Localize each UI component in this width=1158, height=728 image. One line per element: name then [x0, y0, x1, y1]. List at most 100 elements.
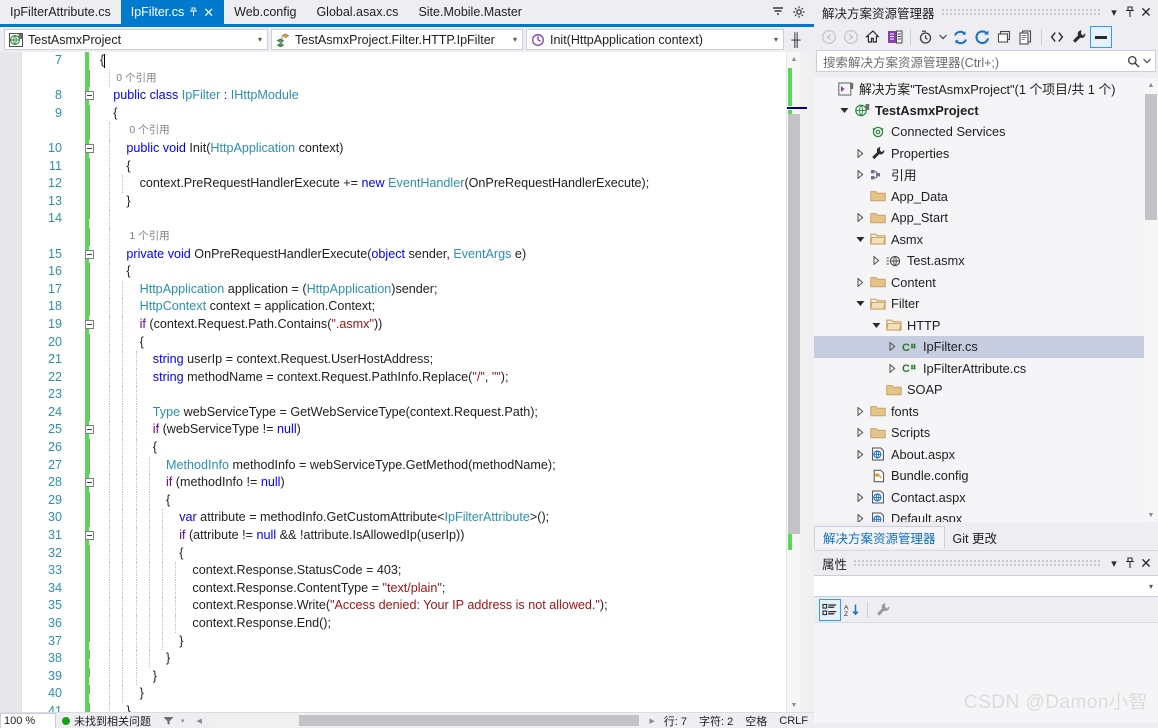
code-line[interactable]: 23: [0, 386, 790, 404]
code-line[interactable]: 12 context.PreRequestHandlerExecute += ne…: [0, 175, 790, 193]
alphabetical-sort-icon[interactable]: AZ: [841, 599, 863, 621]
forward-icon[interactable]: [840, 26, 862, 48]
tab-git-changes[interactable]: Git 更改: [945, 526, 1005, 548]
code-line[interactable]: 20 {: [0, 333, 790, 352]
tree-item[interactable]: fonts: [814, 401, 1158, 423]
split-window-button[interactable]: ╫: [787, 29, 805, 50]
chevron-right-icon[interactable]: [884, 337, 900, 357]
chevron-right-icon[interactable]: [852, 423, 868, 443]
codelens-reference-count[interactable]: 1 个引用: [129, 228, 169, 246]
chevron-right-icon[interactable]: [884, 358, 900, 378]
search-options-chevron-icon[interactable]: [1143, 58, 1151, 64]
error-filter-control[interactable]: ▾: [157, 716, 194, 726]
pin-tab-icon[interactable]: [189, 7, 198, 17]
solution-view-icon[interactable]: [884, 26, 906, 48]
code-line[interactable]: 0 个引用: [0, 122, 790, 140]
code-line[interactable]: 1 个引用: [0, 227, 790, 246]
line-ending-indicator[interactable]: CRLF: [773, 715, 814, 727]
preview-selected-items-icon[interactable]: [1090, 26, 1112, 48]
tab-settings-gear-icon[interactable]: [793, 6, 805, 18]
codelens-reference-count[interactable]: 0 个引用: [116, 70, 156, 88]
indentation-indicator[interactable]: 空格: [739, 713, 773, 728]
tree-item[interactable]: App_Data: [814, 186, 1158, 208]
code-line[interactable]: 35 context.Response.Write("Access denied:…: [0, 597, 790, 615]
code-line[interactable]: 18 HttpContext context = application.Cont…: [0, 298, 790, 316]
window-dropdown-icon[interactable]: ▾: [1106, 554, 1122, 572]
chevron-down-icon[interactable]: [836, 100, 852, 120]
scroll-up-arrow-icon[interactable]: ▲: [1144, 78, 1158, 92]
refresh-icon[interactable]: [949, 26, 971, 48]
tree-item[interactable]: App_Start: [814, 207, 1158, 229]
collapse-all-icon[interactable]: [993, 26, 1015, 48]
chevron-right-icon[interactable]: [852, 401, 868, 421]
code-line[interactable]: 11 {: [0, 157, 790, 176]
pending-changes-icon[interactable]: [915, 26, 937, 48]
pin-icon[interactable]: [1122, 3, 1138, 21]
tree-item[interactable]: Asmx: [814, 229, 1158, 251]
tree-item[interactable]: Test.asmx: [814, 250, 1158, 272]
code-line[interactable]: 29 {: [0, 491, 790, 510]
scroll-down-arrow-icon[interactable]: ▼: [787, 698, 801, 712]
chevron-right-icon[interactable]: [852, 143, 868, 163]
home-icon[interactable]: [862, 26, 884, 48]
code-line[interactable]: 16 {: [0, 263, 790, 281]
code-line[interactable]: 27 MethodInfo methodInfo = webServiceType…: [0, 456, 790, 475]
titlebar-drag-dots[interactable]: [853, 559, 1100, 567]
scroll-down-arrow-icon[interactable]: ▼: [1144, 508, 1158, 522]
code-line[interactable]: 32 {: [0, 544, 790, 563]
chevron-right-icon[interactable]: [852, 444, 868, 464]
show-all-files-icon[interactable]: [1046, 26, 1068, 48]
solution-explorer-search[interactable]: 搜索解决方案资源管理器(Ctrl+;): [816, 50, 1156, 72]
chevron-down-icon[interactable]: ▾: [505, 35, 520, 44]
code-line[interactable]: 17 HttpApplication application = (HttpApp…: [0, 280, 790, 299]
code-line[interactable]: 41}: [0, 702, 790, 712]
code-line[interactable]: 36 context.Response.End();: [0, 615, 790, 633]
navbar-type-dropdown[interactable]: TestAsmxProject.Filter.HTTP.IpFilter ▾: [271, 29, 523, 50]
tree-item[interactable]: SOAP: [814, 379, 1158, 401]
scroll-up-arrow-icon[interactable]: ▲: [787, 52, 801, 66]
property-pages-wrench-icon[interactable]: [872, 599, 894, 621]
editor-tab-active[interactable]: IpFilter.cs ✕: [120, 0, 225, 24]
tree-item-selected[interactable]: C IpFilter.cs: [814, 336, 1158, 358]
pending-changes-chevron-icon[interactable]: [937, 26, 949, 48]
properties-object-dropdown[interactable]: ▾: [814, 575, 1158, 597]
close-icon[interactable]: ✕: [1138, 3, 1154, 21]
chevron-right-icon[interactable]: [852, 509, 868, 522]
editor-vertical-scrollbar[interactable]: ▲ ▼: [786, 52, 807, 712]
collapse-region-icon[interactable]: [84, 316, 96, 334]
chevron-right-icon[interactable]: [852, 487, 868, 507]
editor-tab[interactable]: IpFilterAttribute.cs: [0, 0, 121, 24]
tab-solution-explorer[interactable]: 解决方案资源管理器: [814, 526, 945, 548]
error-summary[interactable]: 未找到相关问题: [56, 713, 157, 728]
properties-pages-icon[interactable]: [1015, 26, 1037, 48]
code-line[interactable]: 15 private void OnPreRequestHandlerExecut…: [0, 245, 790, 264]
collapse-region-icon[interactable]: [84, 527, 96, 545]
tree-item[interactable]: Scripts: [814, 422, 1158, 444]
code-line[interactable]: 13}: [0, 192, 790, 211]
chevron-down-icon[interactable]: ▾: [250, 35, 265, 44]
editor-tab[interactable]: Global.asax.cs: [306, 0, 409, 24]
hscroll-left-arrow-icon[interactable]: ◀: [194, 717, 205, 725]
scrollbar-thumb[interactable]: [1145, 94, 1157, 220]
solution-explorer-tree[interactable]: 解决方案"TestAsmxProject"(1 个项目/共 1 个) TestAs…: [814, 78, 1158, 522]
tree-item[interactable]: Bundle.config: [814, 465, 1158, 487]
search-icon[interactable]: [1127, 55, 1140, 68]
chevron-right-icon[interactable]: [852, 272, 868, 292]
chevron-right-icon[interactable]: [852, 208, 868, 228]
code-line[interactable]: 26 {: [0, 439, 790, 457]
categorized-view-icon[interactable]: [819, 598, 841, 621]
chevron-down-icon[interactable]: [852, 229, 868, 249]
chevron-down-icon[interactable]: ▾: [178, 717, 188, 725]
code-line[interactable]: 8 public class IpFilter : IHttpModule: [0, 87, 790, 105]
code-line[interactable]: 24 Type webServiceType = GetWebServiceTyp…: [0, 403, 790, 422]
code-line[interactable]: 14: [0, 210, 790, 228]
pin-icon[interactable]: [1122, 554, 1138, 572]
collapse-region-icon[interactable]: [84, 87, 96, 105]
editor-tab[interactable]: Web.config: [224, 0, 307, 24]
code-line[interactable]: 0 个引用: [0, 69, 790, 88]
tree-item[interactable]: Contact.aspx: [814, 487, 1158, 509]
code-line[interactable]: 33 context.Response.StatusCode = 403;: [0, 562, 790, 580]
chevron-right-icon[interactable]: [868, 251, 884, 271]
code-line[interactable]: 21 string userIp = context.Request.UserHo…: [0, 351, 790, 369]
tree-vertical-scrollbar[interactable]: ▲ ▼: [1144, 78, 1158, 522]
